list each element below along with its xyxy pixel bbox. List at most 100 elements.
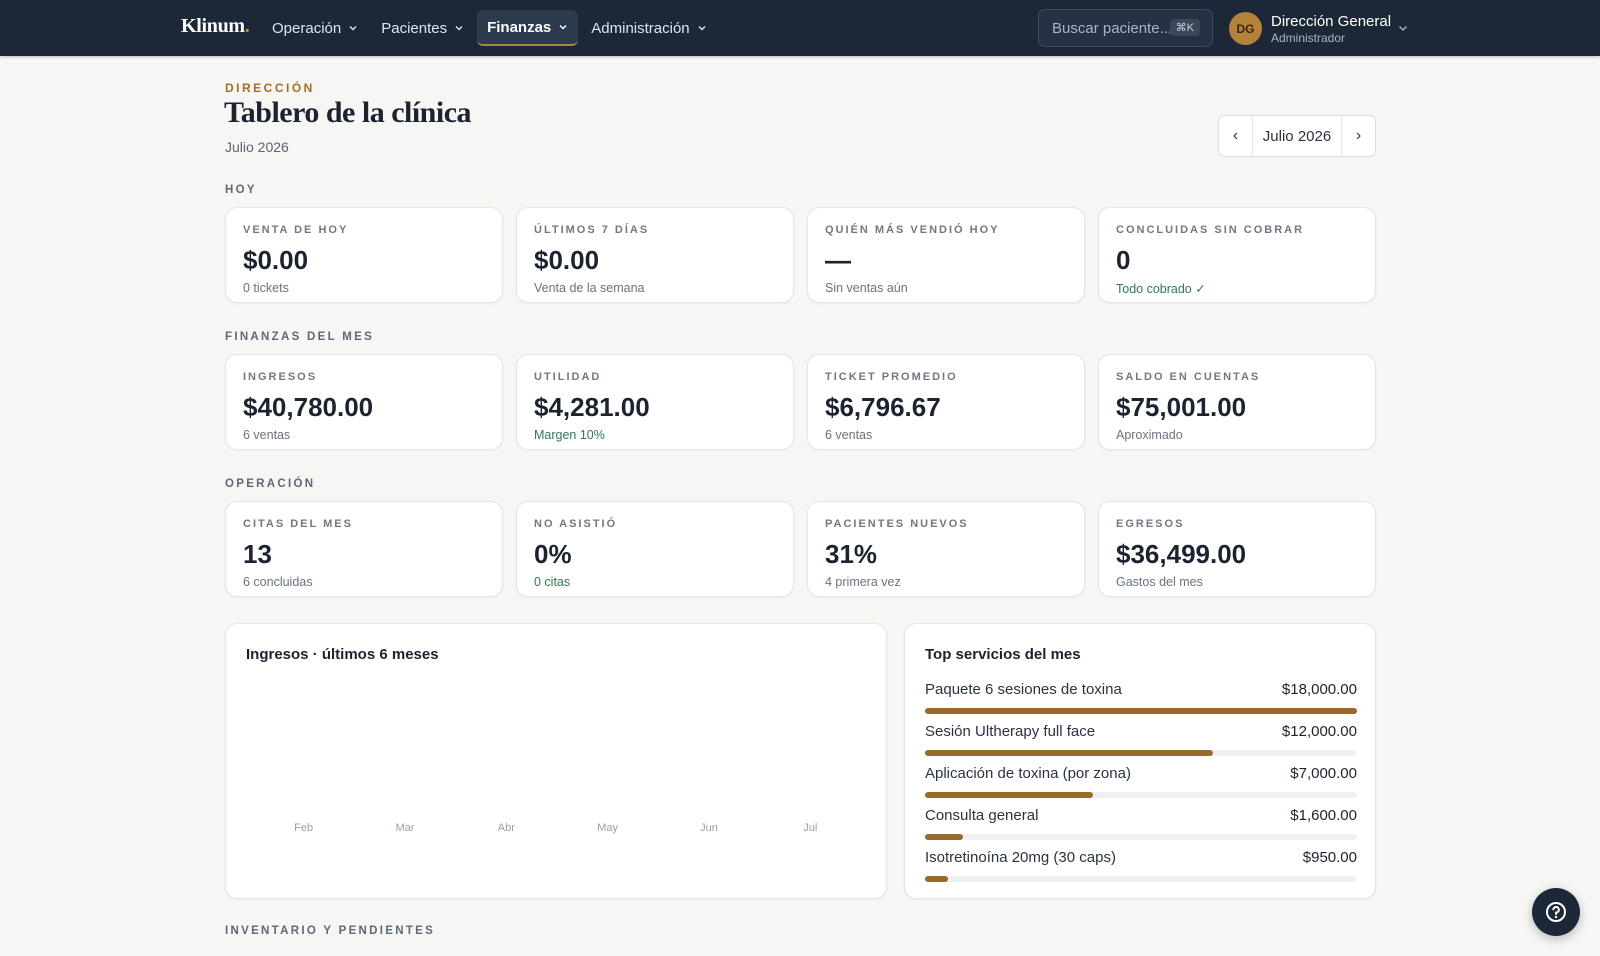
service-bar-fill bbox=[925, 708, 1357, 714]
help-circle-icon bbox=[1546, 902, 1566, 922]
cards-finanzas: Ingresos $40,780.00 6 ventas Utilidad $4… bbox=[225, 354, 1376, 450]
x-tick-label: Jul bbox=[803, 822, 817, 834]
kpi-card[interactable]: Egresos $36,499.00 Gastos del mes bbox=[1098, 501, 1376, 597]
kpi-value: 31% bbox=[825, 539, 878, 569]
menu-label: Operación bbox=[272, 19, 342, 37]
cards-operacion: Citas del mes 13 6 concluidas No asistió… bbox=[225, 501, 1376, 597]
revenue-chart: Feb Mar Abr May Jun Jul bbox=[294, 822, 817, 834]
service-bar-track bbox=[925, 876, 1357, 882]
kpi-value: 13 bbox=[243, 539, 272, 569]
service-name: Consulta general bbox=[925, 807, 1039, 824]
chevron-down-icon[interactable] bbox=[1397, 22, 1409, 34]
section-label-inventario: INVENTARIO Y PENDIENTES bbox=[225, 925, 436, 937]
service-item: Aplicación de toxina (por zona) $7,000.00 bbox=[925, 765, 1357, 798]
kpi-label: Egresos bbox=[1116, 518, 1185, 530]
kpi-sub: 0 citas bbox=[534, 575, 571, 589]
kpi-value: $75,001.00 bbox=[1116, 392, 1247, 422]
kpi-label: Ingresos bbox=[243, 371, 318, 383]
menu-item-finanzas[interactable]: Finanzas bbox=[477, 10, 579, 46]
kpi-value: $0.00 bbox=[534, 245, 600, 275]
avatar[interactable]: DG bbox=[1229, 12, 1262, 45]
x-tick-label: Feb bbox=[294, 822, 313, 834]
chevron-down-icon bbox=[455, 26, 463, 31]
logo-text: Klinum bbox=[181, 15, 245, 37]
x-tick-label: Jun bbox=[700, 822, 718, 834]
kpi-label: Últimos 7 días bbox=[534, 224, 650, 236]
kpi-sub: 4 primera vez bbox=[825, 575, 901, 589]
kpi-card[interactable]: Utilidad $4,281.00 Margen 10% bbox=[516, 354, 794, 450]
search-input[interactable] bbox=[1052, 19, 1170, 37]
kpi-value: 0 bbox=[1116, 245, 1131, 275]
kpi-label: Venta de hoy bbox=[243, 224, 349, 236]
top-services-title: Top servicios del mes bbox=[925, 646, 1081, 663]
service-amount: $1,600.00 bbox=[1290, 807, 1357, 824]
kpi-sub: Aproximado bbox=[1116, 428, 1183, 442]
kpi-sub: 6 ventas bbox=[243, 428, 291, 442]
user-role: Administrador bbox=[1271, 31, 1346, 45]
menu-item-pacientes[interactable]: Pacientes bbox=[371, 10, 474, 46]
kpi-card[interactable]: Saldo en cuentas $75,001.00 Aproximado bbox=[1098, 354, 1376, 450]
service-bar-fill bbox=[925, 750, 1213, 756]
chevron-down-icon bbox=[349, 26, 357, 31]
logo[interactable]: Klinum. bbox=[181, 15, 250, 38]
kpi-value: 0% bbox=[534, 539, 572, 569]
service-bar-track bbox=[925, 792, 1357, 798]
service-name: Isotretinoína 20mg (30 caps) bbox=[925, 849, 1116, 866]
kpi-card[interactable]: Venta de hoy $0.00 0 tickets bbox=[225, 207, 503, 303]
kpi-sub: Sin ventas aún bbox=[825, 281, 908, 295]
section-label-finanzas: FINANZAS DEL MES bbox=[225, 331, 375, 343]
kpi-sub: Venta de la semana bbox=[534, 281, 645, 295]
kpi-sub: Gastos del mes bbox=[1116, 575, 1203, 589]
kpi-value: $0.00 bbox=[243, 245, 309, 275]
kpi-card[interactable]: Últimos 7 días $0.00 Venta de la semana bbox=[516, 207, 794, 303]
kpi-card[interactable]: Ingresos $40,780.00 6 ventas bbox=[225, 354, 503, 450]
kpi-sub: Todo cobrado ✓ bbox=[1116, 282, 1206, 296]
kpi-label: Ticket promedio bbox=[825, 371, 958, 383]
service-name: Aplicación de toxina (por zona) bbox=[925, 765, 1131, 782]
chevron-down-icon bbox=[559, 25, 567, 30]
next-month-button[interactable]: › bbox=[1342, 116, 1375, 156]
user-name[interactable]: Dirección General bbox=[1271, 13, 1391, 30]
kpi-sub: Margen 10% bbox=[534, 428, 605, 442]
service-name: Paquete 6 sesiones de toxina bbox=[925, 681, 1122, 698]
service-amount: $18,000.00 bbox=[1281, 681, 1357, 698]
kpi-card[interactable]: Concluidas sin cobrar 0 Todo cobrado ✓ bbox=[1098, 207, 1376, 303]
kpi-card[interactable]: Ticket promedio $6,796.67 6 ventas bbox=[807, 354, 1085, 450]
kpi-value: $6,796.67 bbox=[825, 392, 941, 422]
x-tick-label: Abr bbox=[498, 822, 515, 834]
kpi-card[interactable]: Pacientes nuevos 31% 4 primera vez bbox=[807, 501, 1085, 597]
kpi-value: $36,499.00 bbox=[1116, 539, 1247, 569]
page-title: Tablero de la clínica bbox=[224, 96, 472, 129]
service-bar-fill bbox=[925, 834, 964, 840]
kpi-card[interactable]: No asistió 0% 0 citas bbox=[516, 501, 794, 597]
service-amount: $12,000.00 bbox=[1281, 723, 1357, 740]
kpi-sub: 6 concluidas bbox=[243, 575, 313, 589]
section-label-hoy: HOY bbox=[225, 184, 257, 196]
revenue-chart-panel: Ingresos · últimos 6 meses Feb Mar Abr May J… bbox=[225, 623, 887, 899]
logo-dot: . bbox=[244, 15, 250, 37]
kpi-value: $4,281.00 bbox=[534, 392, 650, 422]
prev-month-button[interactable]: ‹ bbox=[1219, 116, 1252, 156]
kpi-card[interactable]: Citas del mes 13 6 concluidas bbox=[225, 501, 503, 597]
kpi-label: Pacientes nuevos bbox=[825, 518, 969, 530]
x-tick-label: Mar bbox=[396, 822, 415, 834]
service-item: Paquete 6 sesiones de toxina $18,000.00 bbox=[925, 681, 1357, 714]
menu-item-operacion[interactable]: Operación bbox=[262, 10, 368, 46]
menu-item-administracion[interactable]: Administración bbox=[581, 10, 716, 46]
x-tick-label: May bbox=[597, 822, 618, 834]
chevron-down-icon bbox=[698, 26, 706, 31]
kpi-card[interactable]: Quién más vendió hoy — Sin ventas aún bbox=[807, 207, 1085, 303]
menu-label: Administración bbox=[591, 19, 690, 37]
service-name: Sesión Ultherapy full face bbox=[925, 723, 1096, 740]
service-item: Sesión Ultherapy full face $12,000.00 bbox=[925, 723, 1357, 756]
page-subtitle: Julio 2026 bbox=[225, 139, 289, 155]
kpi-value: — bbox=[825, 245, 851, 275]
page-eyebrow: DIRECCIÓN bbox=[225, 81, 315, 95]
patient-search[interactable]: ⌘K bbox=[1038, 9, 1213, 47]
service-amount: $950.00 bbox=[1302, 849, 1357, 866]
service-item: Consulta general $1,600.00 bbox=[925, 807, 1357, 840]
cards-hoy: Venta de hoy $0.00 0 tickets Últimos 7 d… bbox=[225, 207, 1376, 303]
kpi-value: $40,780.00 bbox=[243, 392, 374, 422]
service-amount: $7,000.00 bbox=[1290, 765, 1357, 782]
help-button[interactable] bbox=[1532, 888, 1580, 936]
